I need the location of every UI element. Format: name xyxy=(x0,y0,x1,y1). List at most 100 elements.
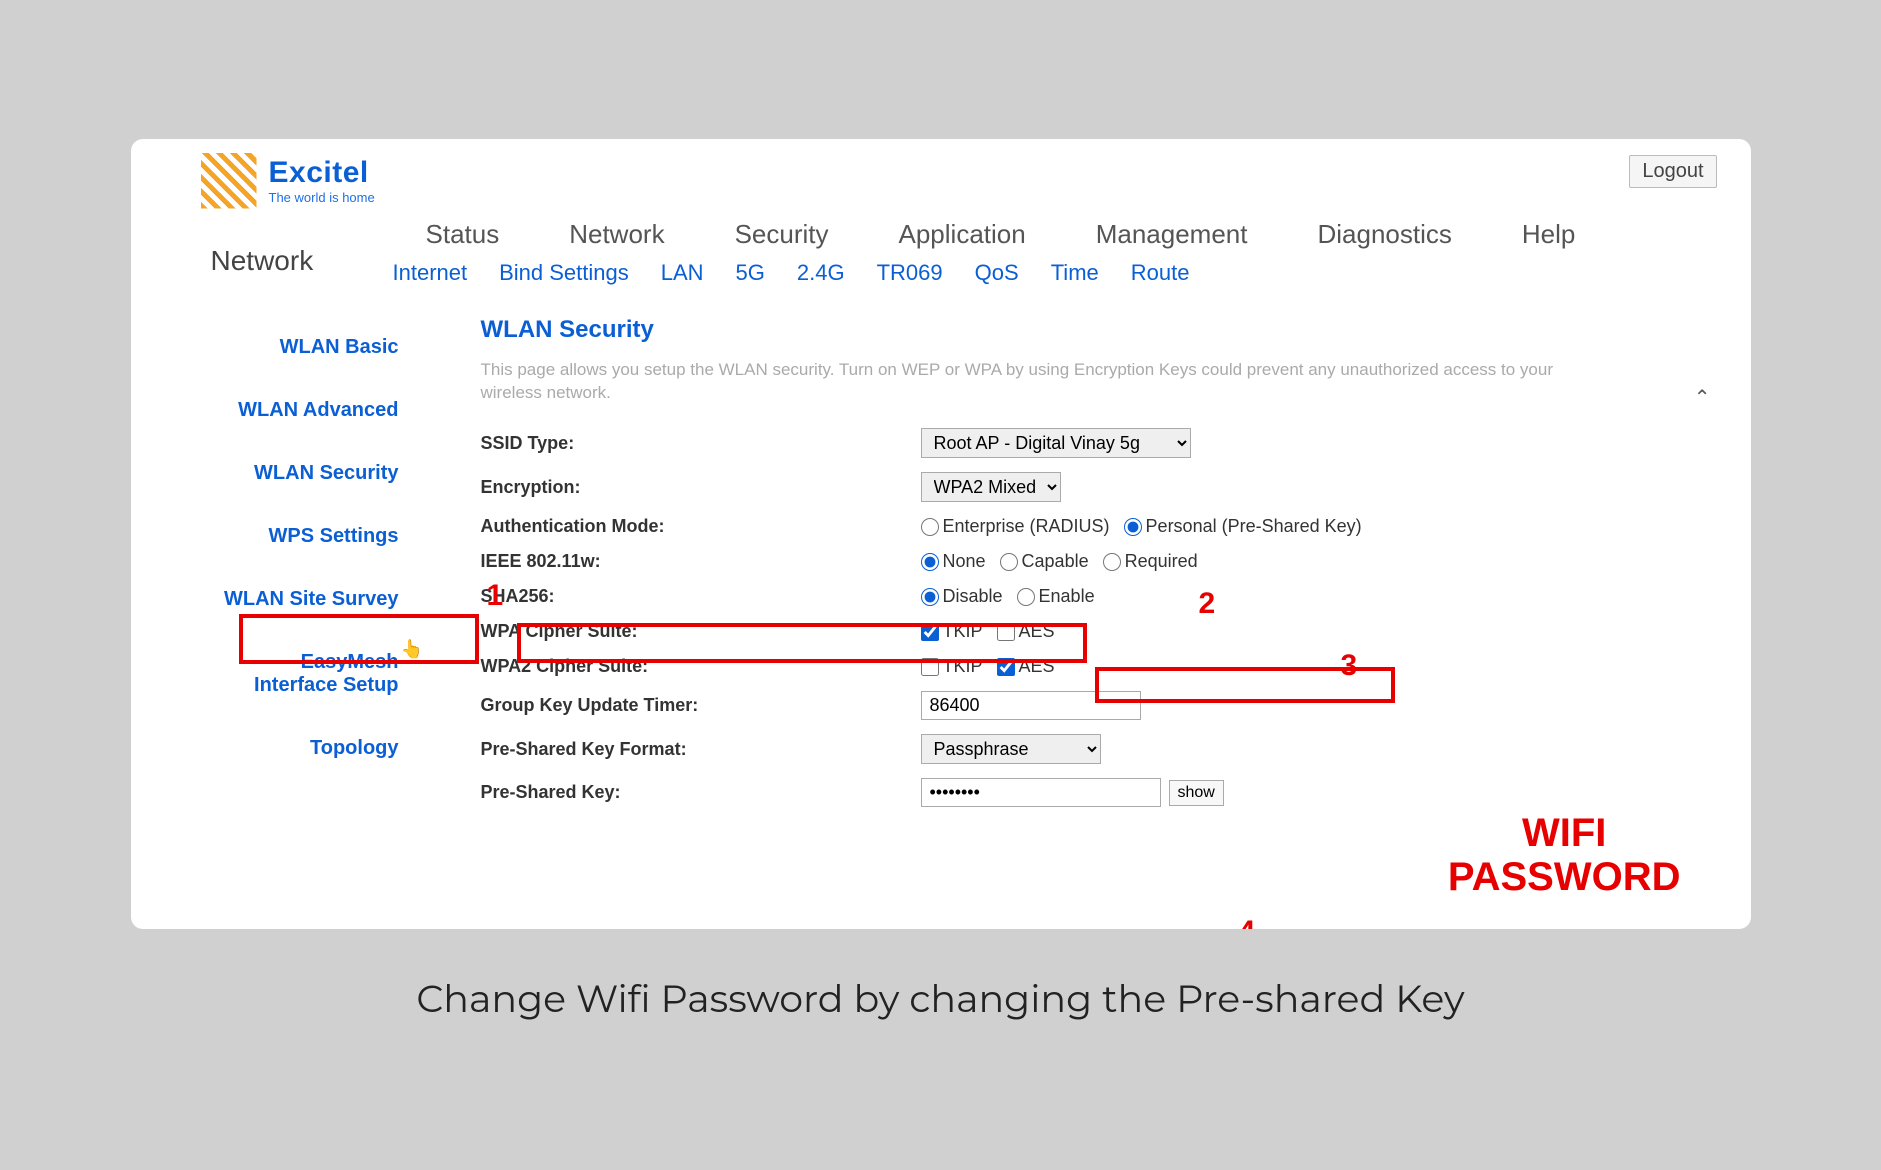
outer-card: Excitel The world is home Logout Network… xyxy=(91,99,1791,1072)
auth-personal-option[interactable]: Personal (Pre-Shared Key) xyxy=(1124,516,1362,537)
ssid-type-select[interactable]: Root AP - Digital Vinay 5g xyxy=(921,428,1191,458)
sidebar-item-wlan-advanced[interactable]: WLAN Advanced xyxy=(201,379,421,442)
nav-sub-time[interactable]: Time xyxy=(1051,260,1099,286)
group-timer-input[interactable] xyxy=(921,691,1141,720)
sidebar-item-easymesh[interactable]: EasyMesh Interface Setup xyxy=(201,631,421,717)
nav: Network Status Network Security Applicat… xyxy=(161,219,1721,286)
brand-tagline: The world is home xyxy=(269,190,375,205)
sidebar-item-wlan-security[interactable]: WLAN Security xyxy=(201,442,421,505)
psk-input[interactable] xyxy=(921,778,1161,807)
wpa-tkip-checkbox[interactable] xyxy=(921,623,939,641)
wpa-aes-option[interactable]: AES xyxy=(997,621,1055,642)
wlan-security-form: SSID Type: Root AP - Digital Vinay 5g En… xyxy=(481,421,1721,814)
nav-sub: Internet Bind Settings LAN 5G 2.4G TR069… xyxy=(391,260,1721,286)
nav-top-diagnostics[interactable]: Diagnostics xyxy=(1317,219,1451,250)
nav-top-security[interactable]: Security xyxy=(735,219,829,250)
ssid-type-label: SSID Type: xyxy=(481,433,921,454)
row-psk-format: Pre-Shared Key Format: Passphrase xyxy=(481,727,1721,771)
encryption-select[interactable]: WPA2 Mixed xyxy=(921,472,1061,502)
sidebar: WLAN Basic WLAN Advanced WLAN Security W… xyxy=(161,316,421,815)
auth-enterprise-option[interactable]: Enterprise (RADIUS) xyxy=(921,516,1110,537)
ieee-none-text: None xyxy=(943,551,986,572)
nav-sub-route[interactable]: Route xyxy=(1131,260,1190,286)
wpa2-tkip-text: TKIP xyxy=(943,656,983,677)
show-password-button[interactable]: show xyxy=(1169,780,1224,806)
router-admin-panel: Excitel The world is home Logout Network… xyxy=(131,139,1751,929)
row-ssid-type: SSID Type: Root AP - Digital Vinay 5g xyxy=(481,421,1721,465)
ieee-required-text: Required xyxy=(1125,551,1198,572)
ieee-capable-radio[interactable] xyxy=(1000,553,1018,571)
nav-sub-tr069[interactable]: TR069 xyxy=(877,260,943,286)
auth-personal-text: Personal (Pre-Shared Key) xyxy=(1146,516,1362,537)
row-wpa-cipher: WPA Cipher Suite: TKIP AES xyxy=(481,614,1721,649)
wpa2-aes-checkbox[interactable] xyxy=(997,658,1015,676)
ieee-capable-option[interactable]: Capable xyxy=(1000,551,1089,572)
row-ieee: IEEE 802.11w: None Capable xyxy=(481,544,1721,579)
encryption-label: Encryption: xyxy=(481,477,921,498)
nav-top-network[interactable]: Network xyxy=(569,219,664,250)
sha-label: SHA256: xyxy=(481,586,921,607)
auth-enterprise-radio[interactable] xyxy=(921,518,939,536)
sha-disable-radio[interactable] xyxy=(921,588,939,606)
nav-sub-qos[interactable]: QoS xyxy=(975,260,1019,286)
nav-top-application[interactable]: Application xyxy=(899,219,1026,250)
sidebar-item-wlan-survey[interactable]: WLAN Site Survey xyxy=(201,568,421,631)
wpa-aes-checkbox[interactable] xyxy=(997,623,1015,641)
ieee-required-radio[interactable] xyxy=(1103,553,1121,571)
ieee-none-option[interactable]: None xyxy=(921,551,986,572)
logout-button[interactable]: Logout xyxy=(1629,155,1716,188)
sidebar-item-topology[interactable]: Topology xyxy=(201,717,421,780)
sha-enable-text: Enable xyxy=(1039,586,1095,607)
row-sha: SHA256: Disable Enable xyxy=(481,579,1721,614)
nav-top-management[interactable]: Management xyxy=(1096,219,1248,250)
wpa2-cipher-label: WPA2 Cipher Suite: xyxy=(481,656,921,677)
auth-enterprise-text: Enterprise (RADIUS) xyxy=(943,516,1110,537)
page-desc: This page allows you setup the WLAN secu… xyxy=(481,358,1561,406)
sha-enable-option[interactable]: Enable xyxy=(1017,586,1095,607)
nav-sub-5g[interactable]: 5G xyxy=(736,260,765,286)
nav-sub-bind[interactable]: Bind Settings xyxy=(499,260,629,286)
wpa-tkip-option[interactable]: TKIP xyxy=(921,621,983,642)
nav-sub-24g[interactable]: 2.4G xyxy=(797,260,845,286)
logo-text: Excitel The world is home xyxy=(269,156,375,205)
wpa-aes-text: AES xyxy=(1019,621,1055,642)
nav-right: Status Network Security Application Mana… xyxy=(391,219,1721,286)
logo-icon xyxy=(201,153,257,209)
nav-sub-lan[interactable]: LAN xyxy=(661,260,704,286)
nav-top: Status Network Security Application Mana… xyxy=(391,219,1721,250)
auth-personal-radio[interactable] xyxy=(1124,518,1142,536)
annotation-number-4: 4 xyxy=(1239,915,1256,929)
wpa2-aes-option[interactable]: AES xyxy=(997,656,1055,677)
auth-mode-label: Authentication Mode: xyxy=(481,516,921,537)
nav-top-help[interactable]: Help xyxy=(1522,219,1575,250)
wpa-cipher-label: WPA Cipher Suite: xyxy=(481,621,921,642)
ieee-capable-text: Capable xyxy=(1022,551,1089,572)
group-timer-label: Group Key Update Timer: xyxy=(481,695,921,716)
psk-format-select[interactable]: Passphrase xyxy=(921,734,1101,764)
nav-sub-internet[interactable]: Internet xyxy=(393,260,468,286)
ieee-label: IEEE 802.11w: xyxy=(481,551,921,572)
main: WLAN Security This page allows you setup… xyxy=(421,316,1721,815)
sidebar-item-wlan-basic[interactable]: WLAN Basic xyxy=(201,316,421,379)
psk-label: Pre-Shared Key: xyxy=(481,782,921,803)
content: WLAN Basic WLAN Advanced WLAN Security W… xyxy=(161,316,1721,815)
wpa2-tkip-checkbox[interactable] xyxy=(921,658,939,676)
brand-name: Excitel xyxy=(269,156,375,190)
ieee-required-option[interactable]: Required xyxy=(1103,551,1198,572)
wpa-tkip-text: TKIP xyxy=(943,621,983,642)
sha-enable-radio[interactable] xyxy=(1017,588,1035,606)
sha-disable-option[interactable]: Disable xyxy=(921,586,1003,607)
top-bar: Excitel The world is home Logout xyxy=(161,149,1721,209)
page-title: WLAN Security xyxy=(481,316,1721,344)
section-title: Network xyxy=(161,219,391,286)
wpa2-aes-text: AES xyxy=(1019,656,1055,677)
sidebar-item-wps-settings[interactable]: WPS Settings xyxy=(201,505,421,568)
row-group-timer: Group Key Update Timer: xyxy=(481,684,1721,727)
ieee-none-radio[interactable] xyxy=(921,553,939,571)
caption: Change Wifi Password by changing the Pre… xyxy=(131,975,1751,1022)
wpa2-tkip-option[interactable]: TKIP xyxy=(921,656,983,677)
row-wpa2-cipher: WPA2 Cipher Suite: TKIP AES xyxy=(481,649,1721,684)
logo: Excitel The world is home xyxy=(161,149,375,209)
nav-top-status[interactable]: Status xyxy=(426,219,500,250)
psk-format-label: Pre-Shared Key Format: xyxy=(481,739,921,760)
